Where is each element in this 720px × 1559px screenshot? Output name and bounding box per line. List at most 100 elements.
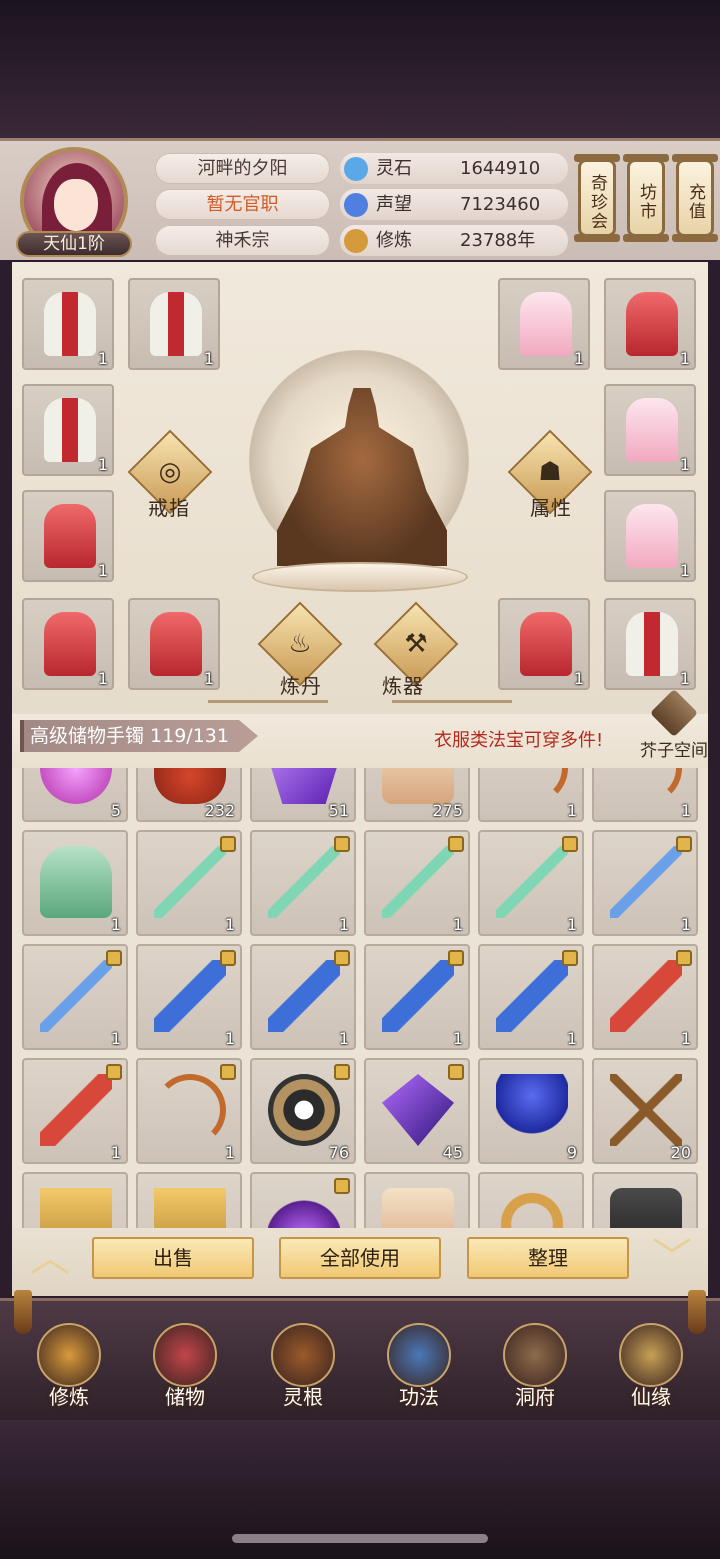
equip-slot-right-4[interactable]: 1 [604,490,696,582]
inventory-item[interactable]: 1 [136,830,242,936]
sell-button[interactable]: 出售 [92,1237,254,1279]
rank-label: 天仙1阶 [16,231,132,257]
bowl-icon [154,768,226,804]
robe-icon [520,612,572,676]
item-count: 1 [110,1029,121,1048]
inventory-item[interactable]: 1 [592,830,698,936]
lock-icon [220,1064,236,1080]
equip-slot-right-1[interactable]: 1 [498,278,590,370]
sort-button[interactable]: 整理 [467,1237,629,1279]
inventory-item[interactable]: 51 [250,768,356,822]
lock-icon [334,1064,350,1080]
robe-icon [44,292,96,356]
equip-slot-right-2[interactable]: 1 [604,278,696,370]
inventory-item[interactable]: 1 [136,1058,242,1164]
resource-spirit-stone: 灵石 1644910 [340,153,568,184]
inventory-item[interactable]: 1 [592,944,698,1050]
equip-slot-left-3[interactable]: 1 [22,384,114,476]
equip-slot-right-6[interactable]: 1 [604,598,696,690]
blade-blue-icon [496,960,568,1032]
alchemy-label[interactable]: 炼丹 [280,670,322,699]
inventory-item[interactable]: 9 [478,1058,584,1164]
inventory-item[interactable]: 45 [364,1058,470,1164]
inventory-item[interactable]: 1 [364,830,470,936]
mustard-space-button[interactable]: 芥子空间 [640,688,708,766]
nav-item-1[interactable]: 修炼 [14,1323,124,1423]
inventory-item[interactable]: 1 [22,944,128,1050]
blade-blue-icon [154,960,226,1032]
inventory-item[interactable]: 232 [136,768,242,822]
nav-item-5[interactable]: 洞府 [480,1323,590,1423]
inventory-item[interactable]: 1 [478,768,584,822]
item-count: 1 [680,915,691,934]
sticks-icon [610,1074,682,1146]
market-button[interactable]: 坊市 [623,154,669,242]
scroll-down-icon[interactable]: ﹀ [644,1238,700,1278]
inventory-item[interactable]: 1 [250,830,356,936]
forge-label[interactable]: 炼器 [382,670,424,699]
nav-item-3[interactable]: 灵根 [248,1323,358,1423]
item-count: 1 [97,455,108,474]
item-count: 1 [679,669,690,688]
treasure-auction-button[interactable]: 奇珍会 [574,154,620,242]
ring-label[interactable]: 戒指 [148,492,190,521]
bag-header: 高级储物手镯 119/131 衣服类法宝可穿多件! 芥子空间 [12,688,708,768]
bag-capacity-tab[interactable]: 高级储物手镯 119/131 [20,720,258,752]
nav-item-4[interactable]: 功法 [364,1323,474,1423]
blade-blue-icon [268,960,340,1032]
scroll-icon [382,768,454,804]
nav-label: 洞府 [515,1385,555,1409]
robe-icon [44,504,96,568]
bottom-nav: 修炼 储物 灵根 功法 洞府 仙缘 [0,1298,720,1420]
equip-slot-right-5[interactable]: 1 [498,598,590,690]
box-icon [649,688,699,738]
nav-item-2[interactable]: 储物 [130,1323,240,1423]
inventory-item[interactable] [592,1172,698,1228]
item-count: 1 [573,349,584,368]
attribute-label[interactable]: 属性 [530,492,572,521]
tassel-decoration [688,1290,706,1334]
inventory-item[interactable]: 1 [364,944,470,1050]
equip-slot-left-6[interactable]: 1 [128,598,220,690]
equip-slot-left-4[interactable]: 1 [22,490,114,582]
item-count: 1 [110,915,121,934]
recharge-button[interactable]: 充值 [672,154,718,242]
inventory-item[interactable] [364,1172,470,1228]
lock-icon [448,836,464,852]
equip-slot-left-1[interactable]: 1 [22,278,114,370]
inventory-item[interactable] [22,1172,128,1228]
pink-icon [40,768,112,804]
inventory-item[interactable]: 1 [22,830,128,936]
item-count: 1 [338,915,349,934]
inventory-item[interactable] [250,1172,356,1228]
equip-slot-right-3[interactable]: 1 [604,384,696,476]
home-indicator[interactable] [232,1534,488,1543]
inventory-item[interactable]: 76 [250,1058,356,1164]
nav-item-6[interactable]: 仙缘 [596,1323,706,1423]
item-count: 1 [680,1029,691,1048]
lock-icon [562,950,578,966]
inventory-item[interactable]: 20 [592,1058,698,1164]
inventory-item[interactable]: 1 [592,768,698,822]
item-count: 51 [328,801,349,820]
inventory-item[interactable]: 1 [250,944,356,1050]
gem-icon [382,1074,454,1146]
scroll-up-icon[interactable]: ︿ [22,1238,78,1278]
equip-slot-left-5[interactable]: 1 [22,598,114,690]
inventory-item[interactable]: 1 [22,1058,128,1164]
robe-icon [44,612,96,676]
storage-bag-icon [153,1323,217,1387]
player-header: 天仙1阶 河畔的夕阳 暂无官职 神禾宗 灵石 1644910 声望 712346… [0,138,720,260]
equip-slot-left-2[interactable]: 1 [128,278,220,370]
inventory-item[interactable] [478,1172,584,1228]
inventory-item[interactable]: 1 [136,944,242,1050]
use-all-button[interactable]: 全部使用 [279,1237,441,1279]
inventory-item[interactable]: 275 [364,768,470,822]
inventory-item[interactable] [136,1172,242,1228]
spirit-root-icon [271,1323,335,1387]
item-count: 1 [97,561,108,580]
inventory-item[interactable]: 1 [478,944,584,1050]
inventory-item[interactable]: 1 [478,830,584,936]
inventory-item[interactable]: 5 [22,768,128,822]
item-count: 1 [566,1029,577,1048]
